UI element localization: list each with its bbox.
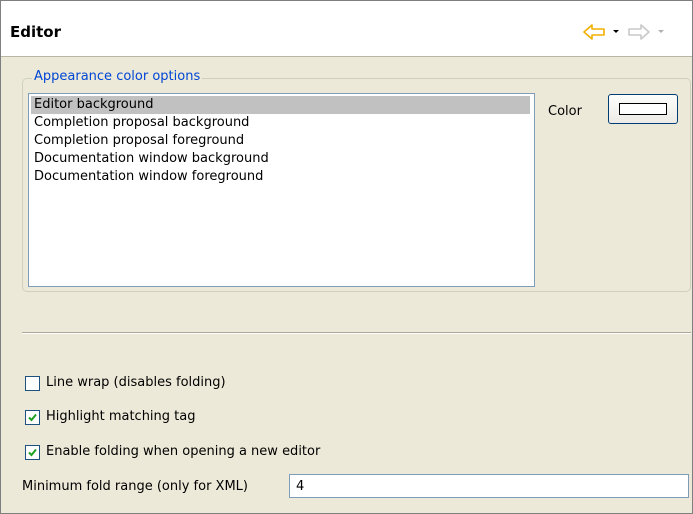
list-item[interactable]: Documentation window foreground (31, 168, 530, 186)
list-item[interactable]: Editor background (31, 96, 530, 114)
separator (22, 332, 691, 334)
color-label: Color (548, 104, 582, 119)
appearance-group-legend: Appearance color options (32, 69, 203, 84)
checkmark-icon (28, 413, 37, 422)
forward-dropdown-icon[interactable] (656, 24, 666, 40)
list-item[interactable]: Completion proposal foreground (31, 132, 530, 150)
page-title: Editor (10, 23, 61, 41)
appearance-color-list[interactable]: Editor background Completion proposal ba… (28, 93, 535, 287)
highlight-tag-label: Highlight matching tag (46, 409, 196, 424)
enable-folding-label: Enable folding when opening a new editor (46, 444, 321, 459)
list-item[interactable]: Documentation window background (31, 150, 530, 168)
forward-arrow-icon[interactable] (628, 24, 650, 40)
color-picker-button[interactable] (608, 94, 678, 124)
highlight-tag-checkbox[interactable] (25, 410, 40, 425)
fold-range-input[interactable] (289, 474, 689, 498)
fold-range-label: Minimum fold range (only for XML) (22, 479, 248, 494)
back-dropdown-icon[interactable] (611, 24, 621, 40)
line-wrap-label: Line wrap (disables folding) (46, 375, 226, 390)
line-wrap-checkbox[interactable] (25, 376, 40, 391)
back-arrow-icon[interactable] (583, 24, 605, 40)
checkmark-icon (28, 448, 37, 457)
enable-folding-checkbox[interactable] (25, 445, 40, 460)
page-header: Editor (1, 1, 692, 57)
color-swatch (619, 103, 667, 115)
list-item[interactable]: Completion proposal background (31, 114, 530, 132)
